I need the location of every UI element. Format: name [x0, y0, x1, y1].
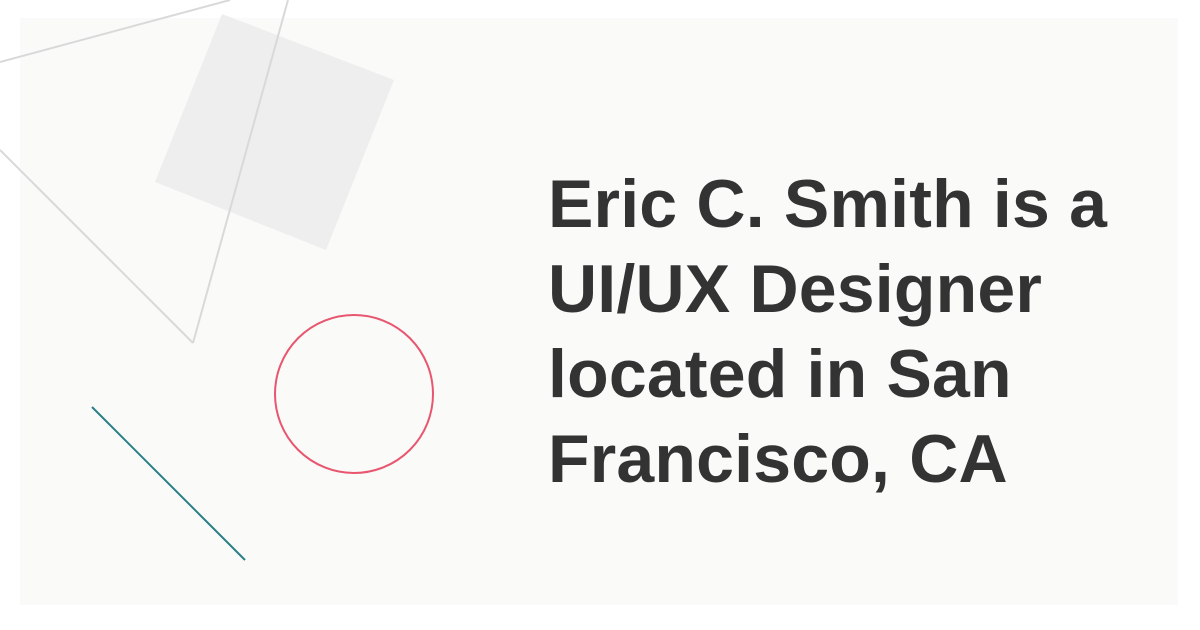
- headline: Eric C. Smith is a UI/UX Designer locate…: [548, 162, 1168, 502]
- headline-line-2: UI/UX Designer: [548, 251, 1043, 327]
- red-circle-outline: [274, 314, 434, 474]
- teal-line: [91, 406, 246, 561]
- gray-line-top: [0, 0, 231, 63]
- headline-line-3: located in San: [548, 336, 1012, 412]
- headline-line-4: Francisco, CA: [548, 421, 1008, 497]
- headline-line-1: Eric C. Smith is a: [548, 166, 1108, 242]
